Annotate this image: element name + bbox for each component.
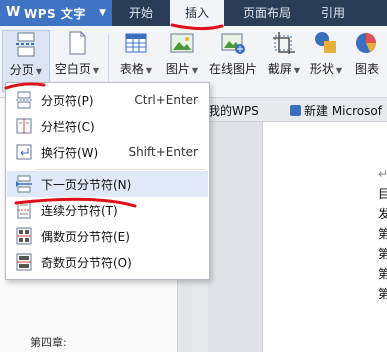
tab-page-layout[interactable]: 页面布局: [232, 0, 302, 26]
column-break-icon: [15, 117, 33, 135]
menu-item-next-page-section-break[interactable]: 下一页分节符(N): [7, 171, 208, 197]
picture-label: 图片: [165, 62, 190, 76]
menu-separator: [36, 169, 206, 170]
page-break-label: 分页: [9, 63, 34, 77]
app-menu-button[interactable]: W WPS 文字 ▼: [0, 0, 112, 26]
menu-item-shortcut: Shift+Enter: [128, 145, 198, 159]
tab-my-wps[interactable]: 我的WPS: [208, 101, 259, 122]
page-text-line: 第: [378, 267, 387, 281]
shape-icon: [313, 30, 339, 56]
menu-item-label: 下一页分节符(N): [41, 177, 132, 192]
menu-item-even-page-section-break[interactable]: 偶数页分节符(E): [7, 223, 208, 249]
page-text-line: 第: [378, 227, 387, 241]
menu-item-line-break[interactable]: 换行符(W) Shift+Enter: [7, 139, 208, 165]
blank-page-label: 空白页: [54, 62, 91, 76]
menu-item-page-break[interactable]: 分页符(P) Ctrl+Enter: [7, 87, 208, 113]
blank-page-icon: [64, 30, 90, 56]
continuous-section-icon: [15, 201, 33, 219]
menu-item-continuous-section-break[interactable]: 连续分节符(T): [7, 197, 208, 223]
page-break-icon: [13, 31, 39, 57]
chevron-down-icon: ▼: [35, 67, 43, 76]
tab-home[interactable]: 开始: [118, 0, 164, 26]
menu-item-shortcut: Ctrl+Enter: [134, 93, 198, 107]
screenshot-label: 截屏: [267, 62, 292, 76]
page-break-icon: [15, 91, 33, 109]
menu-item-odd-page-section-break[interactable]: 奇数页分节符(O): [7, 249, 208, 275]
page-text-line: 目: [378, 187, 387, 201]
chart-label: 图表: [354, 62, 379, 76]
online-picture-icon: [220, 30, 246, 56]
chevron-down-icon: ▼: [335, 66, 343, 75]
chart-icon: [354, 30, 380, 56]
odd-page-section-icon: [15, 253, 33, 271]
chevron-down-icon: ▼: [293, 66, 301, 75]
menu-item-label: 奇数页分节符(O): [41, 255, 132, 270]
chevron-down-icon: ▼: [145, 66, 153, 75]
online-picture-label: 在线图片: [208, 62, 257, 76]
menu-item-label: 偶数页分节符(E): [41, 229, 130, 244]
table-icon: [123, 30, 149, 56]
page-text-line: 第: [378, 247, 387, 261]
screenshot-button[interactable]: 截屏 ▼: [264, 30, 304, 77]
paragraph-mark: ↵: [378, 167, 387, 181]
menu-item-label: 换行符(W): [41, 145, 99, 160]
screenshot-icon: [271, 30, 297, 56]
tab-insert[interactable]: 插入: [170, 0, 224, 26]
line-break-icon: [15, 143, 33, 161]
online-picture-button[interactable]: 在线图片: [206, 30, 260, 77]
app-name: WPS 文字: [24, 6, 86, 21]
document-tabs-bar: 我的WPS 新建 Microsof: [208, 98, 387, 122]
shape-label: 形状: [309, 62, 334, 76]
blank-page-button[interactable]: 空白页 ▼: [52, 30, 102, 77]
table-button[interactable]: 表格 ▼: [114, 30, 158, 77]
menu-item-column-break[interactable]: 分栏符(C): [7, 113, 208, 139]
tab-new-document-label: 新建 Microsof: [304, 104, 382, 118]
tab-new-document[interactable]: 新建 Microsof: [290, 101, 382, 122]
page-text-line: 第: [378, 287, 387, 301]
document-page[interactable]: [262, 122, 387, 352]
page-text-line: 发: [378, 207, 387, 221]
menu-item-label: 分栏符(C): [41, 119, 95, 134]
menu-item-label: 分页符(P): [41, 93, 94, 108]
chart-button[interactable]: 图表: [348, 30, 386, 77]
next-page-section-icon: [15, 175, 33, 193]
wps-logo-icon: W: [6, 5, 21, 20]
picture-button[interactable]: 图片 ▼: [160, 30, 204, 77]
document-icon: [290, 105, 301, 116]
picture-icon: [169, 30, 195, 56]
chevron-down-icon: ▼: [99, 8, 106, 18]
chevron-down-icon: ▼: [92, 66, 100, 75]
tab-references[interactable]: 引用: [310, 0, 356, 26]
menu-item-label: 连续分节符(T): [41, 203, 118, 218]
title-bar: W WPS 文字 ▼ 开始 插入 页面布局 引用: [0, 0, 387, 26]
shape-button[interactable]: 形状 ▼: [306, 30, 346, 77]
even-page-section-icon: [15, 227, 33, 245]
chevron-down-icon: ▼: [191, 66, 199, 75]
nav-item[interactable]: 第四章:: [30, 334, 67, 350]
page-break-dropdown: 分页符(P) Ctrl+Enter 分栏符(C) 换行符(W) Shift+En…: [5, 82, 210, 280]
table-label: 表格: [119, 62, 144, 76]
